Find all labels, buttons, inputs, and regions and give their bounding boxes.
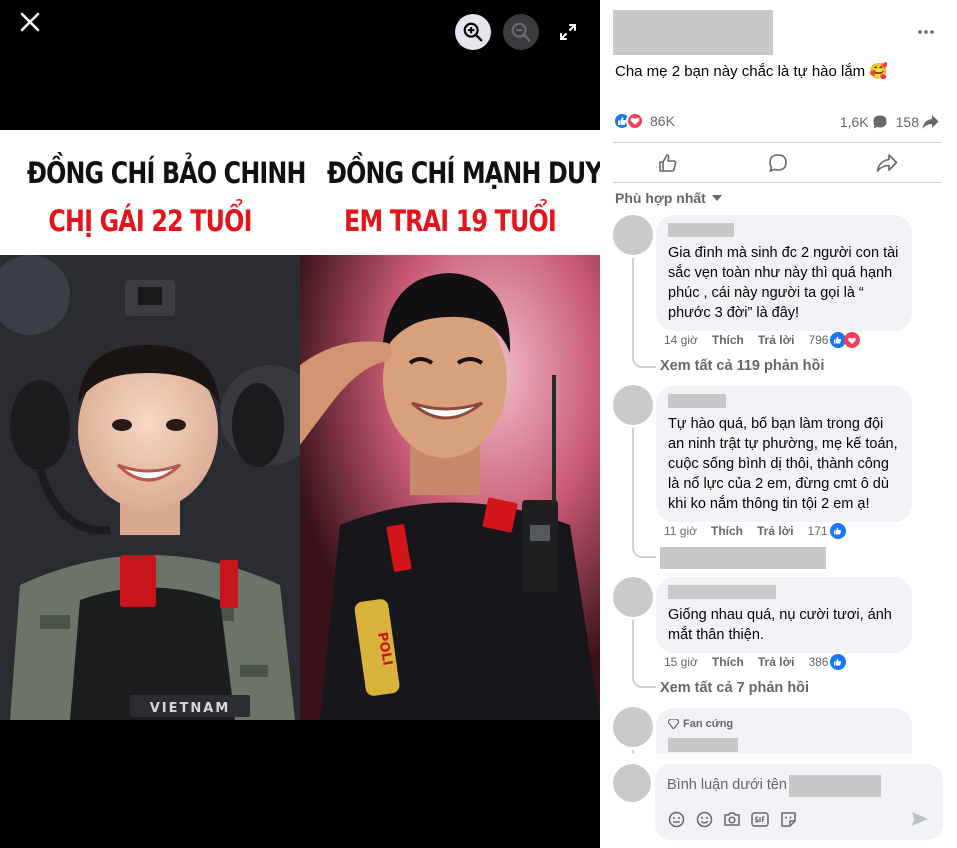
thread-line [632, 620, 656, 688]
zoom-in-icon [463, 22, 483, 42]
thumbs-up-icon [659, 154, 677, 172]
comment-bubble: Tự hào quá, bố bạn làm trong đội an ninh… [656, 386, 912, 522]
avatar[interactable] [613, 215, 653, 255]
share-arrow-icon [922, 115, 939, 129]
thread-line [632, 750, 656, 754]
share-icon [876, 154, 898, 172]
zoom-in-button[interactable] [455, 14, 491, 50]
avatar[interactable] [613, 385, 653, 425]
avatar[interactable] [613, 577, 653, 617]
love-reaction-icon [844, 332, 861, 348]
zoom-out-button[interactable] [503, 14, 539, 50]
comment-count[interactable]: 1,6K [840, 114, 888, 130]
comment-list: Gia đình mà sinh đc 2 người con tài sắc … [600, 210, 957, 754]
comment-author-redacted[interactable] [668, 223, 734, 237]
share-count[interactable]: 158 [896, 114, 939, 130]
left-age-text: CHỊ GÁI 22 TUỔI [48, 204, 252, 238]
left-name-text: ĐỒNG CHÍ BẢO CHINH [27, 156, 306, 190]
comment-meta: 11 giờ Thích Trả lời 171 [664, 523, 846, 539]
avatar[interactable] [613, 707, 653, 747]
close-icon[interactable] [18, 10, 42, 34]
comment-time[interactable]: 11 giờ [664, 524, 697, 538]
camera-icon[interactable] [723, 810, 741, 828]
post-panel: Cha mẹ 2 bạn này chắc là tự hào lắm 🥰 86… [600, 0, 957, 848]
more-options-icon[interactable] [916, 22, 936, 42]
gif-icon[interactable] [751, 810, 769, 828]
divider [613, 142, 942, 143]
comment-composer[interactable]: Bình luận dưới tên [655, 764, 943, 840]
headline-right: ĐỒNG CHÍ MẠNH DUY EM TRAI 19 TUỔI [300, 130, 600, 255]
comment-meta: 14 giờ Thích Trả lời 796 [664, 332, 861, 348]
view-replies-link[interactable]: Xem tất cả 7 phản hồi [660, 680, 809, 696]
comment-bubble-icon [873, 115, 887, 129]
right-age-text: EM TRAI 19 TUỔI [344, 204, 557, 238]
comment-author-redacted[interactable] [668, 738, 738, 752]
avatar-sticker-icon[interactable] [667, 810, 685, 828]
replies-link-redacted[interactable] [660, 547, 826, 569]
comment-text: Gia đình mà sinh đc 2 người con tài sắc … [668, 245, 899, 321]
vest-text: VIETNAM [150, 701, 231, 716]
portrait-sister: VIETNAM [0, 255, 300, 720]
comment-text: Tự hào quá, bố bạn làm trong đội an ninh… [668, 416, 898, 512]
thread-line [632, 428, 656, 558]
share-button[interactable] [832, 146, 942, 180]
composer-tools [667, 810, 797, 828]
thread-line [632, 258, 656, 368]
reaction-summary[interactable]: 86K [613, 112, 675, 130]
comment-reactions[interactable]: 171 [808, 523, 846, 539]
author-name-redacted [613, 10, 773, 55]
comment-like-button[interactable]: Thích [711, 524, 743, 538]
post-photo: ĐỒNG CHÍ BẢO CHINH CHỊ GÁI 22 TUỔI ĐỒNG … [0, 130, 600, 720]
engagement-counts: 1,6K 158 [840, 114, 939, 130]
comment-reply-button[interactable]: Trả lời [758, 655, 795, 669]
comment-like-button[interactable]: Thích [712, 333, 744, 347]
divider [613, 182, 942, 183]
comment-text: Giống nhau quá, nụ cười tươi, ánh mắt th… [668, 607, 892, 643]
comment-author-redacted[interactable] [668, 394, 726, 408]
emoji-icon[interactable] [695, 810, 713, 828]
photo-viewer: ĐỒNG CHÍ BẢO CHINH CHỊ GÁI 22 TUỔI ĐỒNG … [0, 0, 600, 848]
comment-reactions[interactable]: 386 [808, 654, 847, 670]
comment-meta: 15 giờ Thích Trả lời 386 [664, 654, 847, 670]
send-icon[interactable] [911, 810, 929, 828]
soldier-girl-illustration: VIETNAM [0, 255, 300, 720]
portrait-brother: POLI [300, 255, 600, 720]
comment-sort-dropdown[interactable]: Phù hợp nhất [615, 190, 722, 206]
comment-bubble: Gia đình mà sinh đc 2 người con tài sắc … [656, 215, 912, 331]
page-name-redacted [789, 775, 881, 797]
sort-label: Phù hợp nhất [615, 190, 706, 206]
comment-reply-button[interactable]: Trả lời [758, 333, 795, 347]
view-replies-link[interactable]: Xem tất cả 119 phản hồi [660, 358, 824, 374]
comment-reactions[interactable]: 796 [808, 332, 861, 348]
comment-author-redacted[interactable] [668, 585, 776, 599]
comment-time[interactable]: 14 giờ [664, 333, 698, 347]
zoom-out-icon [511, 22, 531, 42]
headline-left: ĐỒNG CHÍ BẢO CHINH CHỊ GÁI 22 TUỔI [0, 130, 306, 255]
avatar[interactable] [613, 764, 651, 802]
caret-down-icon [711, 195, 722, 201]
comment-like-button[interactable]: Thích [712, 655, 744, 669]
comment-reply-button[interactable]: Trả lời [757, 524, 794, 538]
post-caption: Cha mẹ 2 bạn này chắc là tự hào lắm 🥰 [615, 63, 889, 80]
diamond-icon [668, 719, 679, 729]
reaction-count: 86K [650, 113, 675, 129]
comment-button[interactable] [723, 146, 833, 180]
comment-time[interactable]: 15 giờ [664, 655, 698, 669]
soldier-boy-illustration: POLI [300, 255, 600, 720]
love-reaction-icon [626, 112, 644, 130]
post-actions [613, 146, 942, 180]
sticker-icon[interactable] [779, 810, 797, 828]
like-reaction-icon [829, 523, 846, 539]
like-button[interactable] [613, 146, 723, 180]
fullscreen-icon[interactable] [558, 22, 578, 42]
top-fan-badge: Fan cứng [668, 714, 900, 734]
right-name-text: ĐỒNG CHÍ MẠNH DUY [327, 156, 600, 190]
like-reaction-icon [830, 654, 847, 670]
comment-bubble: Fan cứng [656, 708, 912, 754]
comment-bubble: Giống nhau quá, nụ cười tươi, ánh mắt th… [656, 577, 912, 653]
composer-placeholder: Bình luận dưới tên [667, 777, 787, 793]
comment-icon [768, 154, 787, 173]
